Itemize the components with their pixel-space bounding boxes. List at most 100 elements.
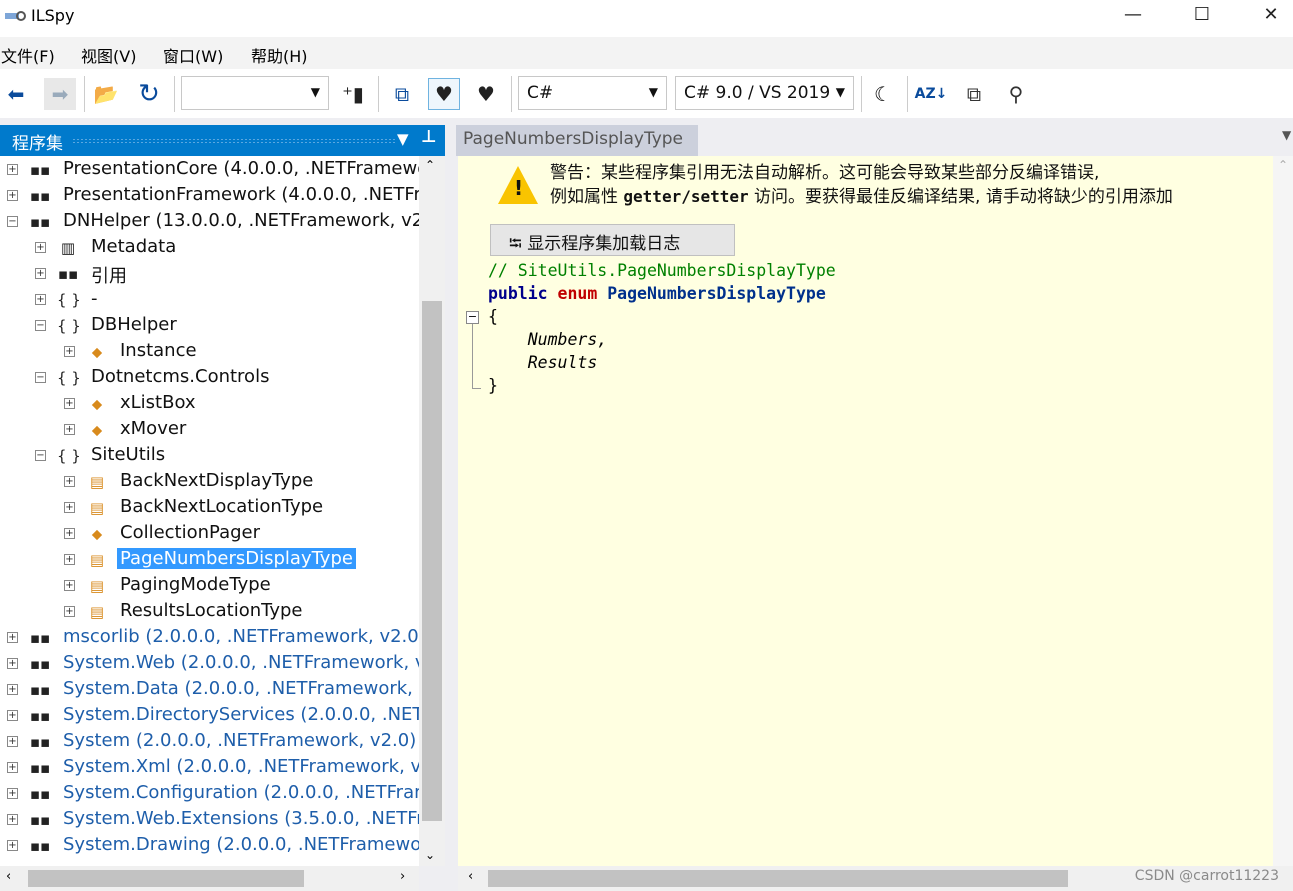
- expand-icon[interactable]: +: [64, 606, 75, 617]
- assembly-icon: ▪▪: [29, 811, 51, 829]
- expand-icon[interactable]: +: [7, 190, 18, 201]
- refresh-icon[interactable]: ↻: [133, 78, 165, 110]
- tree-item[interactable]: + ▪▪ System.Data (2.0.0.0, .NETFramework, …: [0, 677, 419, 703]
- tab-page-numbers-display-type[interactable]: PageNumbersDisplayType: [456, 125, 698, 156]
- expand-icon[interactable]: +: [7, 710, 18, 721]
- expand-icon[interactable]: +: [7, 658, 18, 669]
- fold-line: [472, 324, 481, 389]
- tree-item[interactable]: + ▤ BackNextDisplayType: [0, 469, 419, 495]
- expand-icon[interactable]: +: [64, 554, 75, 565]
- open-folder-icon[interactable]: 📂: [90, 78, 122, 110]
- tree-item[interactable]: −{ } SiteUtils: [0, 443, 419, 469]
- expand-icon[interactable]: +: [7, 164, 18, 175]
- scroll-up-icon[interactable]: ⌃: [425, 158, 435, 172]
- expand-icon[interactable]: +: [7, 736, 18, 747]
- expand-icon[interactable]: +: [64, 398, 75, 409]
- tree-item[interactable]: + ▪▪ mscorlib (2.0.0.0, .NETFramework, v2.…: [0, 625, 419, 651]
- tree-item[interactable]: + ⬥ Instance: [0, 339, 419, 365]
- expand-icon[interactable]: +: [7, 814, 18, 825]
- tree-item[interactable]: + ▪▪ System.Xml (2.0.0.0, .NETFramework, v…: [0, 755, 419, 781]
- tree-item[interactable]: + ▪▪ System (2.0.0.0, .NETFramework, v2.0): [0, 729, 419, 755]
- expand-icon[interactable]: +: [7, 788, 18, 799]
- tree-item[interactable]: + ⬥ CollectionPager: [0, 521, 419, 547]
- scroll-down-icon[interactable]: ⌄: [425, 848, 435, 862]
- tree-item[interactable]: + ▪▪ System.Web (2.0.0.0, .NETFramework, v…: [0, 651, 419, 677]
- window-copy-icon[interactable]: ⧉: [386, 78, 418, 110]
- tree-item[interactable]: − ▪▪ DNHelper (13.0.0.0, .NETFramework, v2…: [0, 209, 419, 235]
- expand-icon[interactable]: +: [7, 840, 18, 851]
- tree-item[interactable]: + ⬥ xListBox: [0, 391, 419, 417]
- pin-icon[interactable]: ⊥: [421, 127, 437, 147]
- collapse-icon[interactable]: −: [35, 320, 46, 331]
- menu-window[interactable]: 窗口(W): [163, 43, 223, 67]
- tree-item[interactable]: −{ } DBHelper: [0, 313, 419, 339]
- show-all-icon[interactable]: ♥: [470, 78, 502, 110]
- menu-view[interactable]: 视图(V): [81, 43, 136, 67]
- back-icon[interactable]: ⬅: [0, 78, 32, 110]
- tree-item[interactable]: + ▪▪ System.Web.Extensions (3.5.0.0, .NETF…: [0, 807, 419, 833]
- tree-item[interactable]: −{ } Dotnetcms.Controls: [0, 365, 419, 391]
- show-load-log-button[interactable]: ⭾ 显示程序集加载日志: [490, 224, 735, 256]
- scroll-thumb[interactable]: [28, 870, 304, 887]
- tree-item[interactable]: + ▤ PageNumbersDisplayType: [0, 547, 419, 573]
- panel-menu-icon[interactable]: ▼: [397, 130, 409, 148]
- version-combo[interactable]: C# 9.0 / VS 2019 ▼: [675, 76, 854, 110]
- expand-icon[interactable]: +: [7, 632, 18, 643]
- tree-item[interactable]: + ▪▪ 引用: [0, 261, 419, 287]
- enum-icon: ▤: [89, 551, 105, 569]
- collapse-icon[interactable]: −: [35, 450, 46, 461]
- expand-icon[interactable]: +: [35, 294, 46, 305]
- enum-icon: ▤: [89, 499, 105, 517]
- scroll-thumb[interactable]: [488, 870, 1068, 887]
- expand-icon[interactable]: +: [7, 684, 18, 695]
- dark-mode-icon[interactable]: ☾: [867, 78, 899, 110]
- scroll-left-icon[interactable]: ‹: [6, 869, 11, 884]
- scroll-right-icon[interactable]: ›: [400, 869, 405, 884]
- language-combo[interactable]: C# ▼: [518, 76, 667, 110]
- tree-item[interactable]: + ▪▪ System.DirectoryServices (2.0.0.0, .N…: [0, 703, 419, 729]
- tree-item[interactable]: + ▤ BackNextLocationType: [0, 495, 419, 521]
- expand-icon[interactable]: +: [64, 502, 75, 513]
- scroll-thumb[interactable]: [422, 301, 442, 821]
- decompiled-code-view[interactable]: ! 警告：某些程序集引用无法自动解析。这可能会导致某些部分反编译错误, 例如属性…: [458, 156, 1293, 866]
- tree-item[interactable]: + ▪▪ System.Configuration (2.0.0.0, .NETFr…: [0, 781, 419, 807]
- collapse-all-icon[interactable]: ⧉: [958, 78, 990, 110]
- expand-icon[interactable]: +: [64, 528, 75, 539]
- scroll-left-icon[interactable]: ‹: [468, 869, 473, 884]
- scroll-up-icon[interactable]: ⌃: [1278, 158, 1288, 172]
- search-icon[interactable]: ⚲: [1000, 78, 1032, 110]
- class-icon: ⬥: [91, 395, 103, 413]
- tree-item[interactable]: + ▪▪ PresentationFramework (4.0.0.0, .NETF…: [0, 183, 419, 209]
- tree-vertical-scrollbar[interactable]: ⌃ ⌄: [419, 156, 445, 866]
- menu-help[interactable]: 帮助(H): [251, 43, 308, 67]
- expand-icon[interactable]: +: [64, 424, 75, 435]
- tree-item[interactable]: + ⬥ xMover: [0, 417, 419, 443]
- collapse-icon[interactable]: −: [35, 372, 46, 383]
- tree-horizontal-scrollbar[interactable]: ‹ ›: [0, 866, 419, 891]
- tree-item[interactable]: + ▥ Metadata: [0, 235, 419, 261]
- tree-item[interactable]: + ▤ ResultsLocationType: [0, 599, 419, 625]
- tree-item[interactable]: + { } -: [0, 287, 419, 313]
- expand-icon[interactable]: +: [64, 580, 75, 591]
- forward-icon[interactable]: ➡: [44, 78, 76, 110]
- menu-file[interactable]: 文件(F): [1, 43, 55, 67]
- minimize-button[interactable]: —: [1110, 0, 1156, 32]
- maximize-button[interactable]: ☐: [1179, 0, 1225, 32]
- tab-list-icon[interactable]: ▼: [1282, 128, 1291, 142]
- tree-item[interactable]: + ▪▪ System.Drawing (2.0.0.0, .NETFramewor…: [0, 833, 419, 859]
- collapse-icon[interactable]: −: [7, 216, 18, 227]
- tree-item[interactable]: + ▪▪ PresentationCore (4.0.0.0, .NETFramew…: [0, 157, 419, 183]
- expand-icon[interactable]: +: [64, 476, 75, 487]
- sort-icon[interactable]: AZ↓: [915, 78, 948, 110]
- editor-vertical-scrollbar[interactable]: ⌃: [1273, 156, 1293, 866]
- expand-icon[interactable]: +: [35, 268, 46, 279]
- expand-icon[interactable]: +: [35, 242, 46, 253]
- assembly-list-combo[interactable]: ▼: [181, 76, 329, 110]
- expand-icon[interactable]: +: [64, 346, 75, 357]
- fold-collapse-icon[interactable]: −: [466, 311, 479, 324]
- show-internal-icon[interactable]: ♥: [428, 78, 460, 110]
- tree-item[interactable]: + ▤ PagingModeType: [0, 573, 419, 599]
- add-assembly-icon[interactable]: ⁺▮: [337, 78, 369, 110]
- close-button[interactable]: ✕: [1248, 0, 1293, 32]
- expand-icon[interactable]: +: [7, 762, 18, 773]
